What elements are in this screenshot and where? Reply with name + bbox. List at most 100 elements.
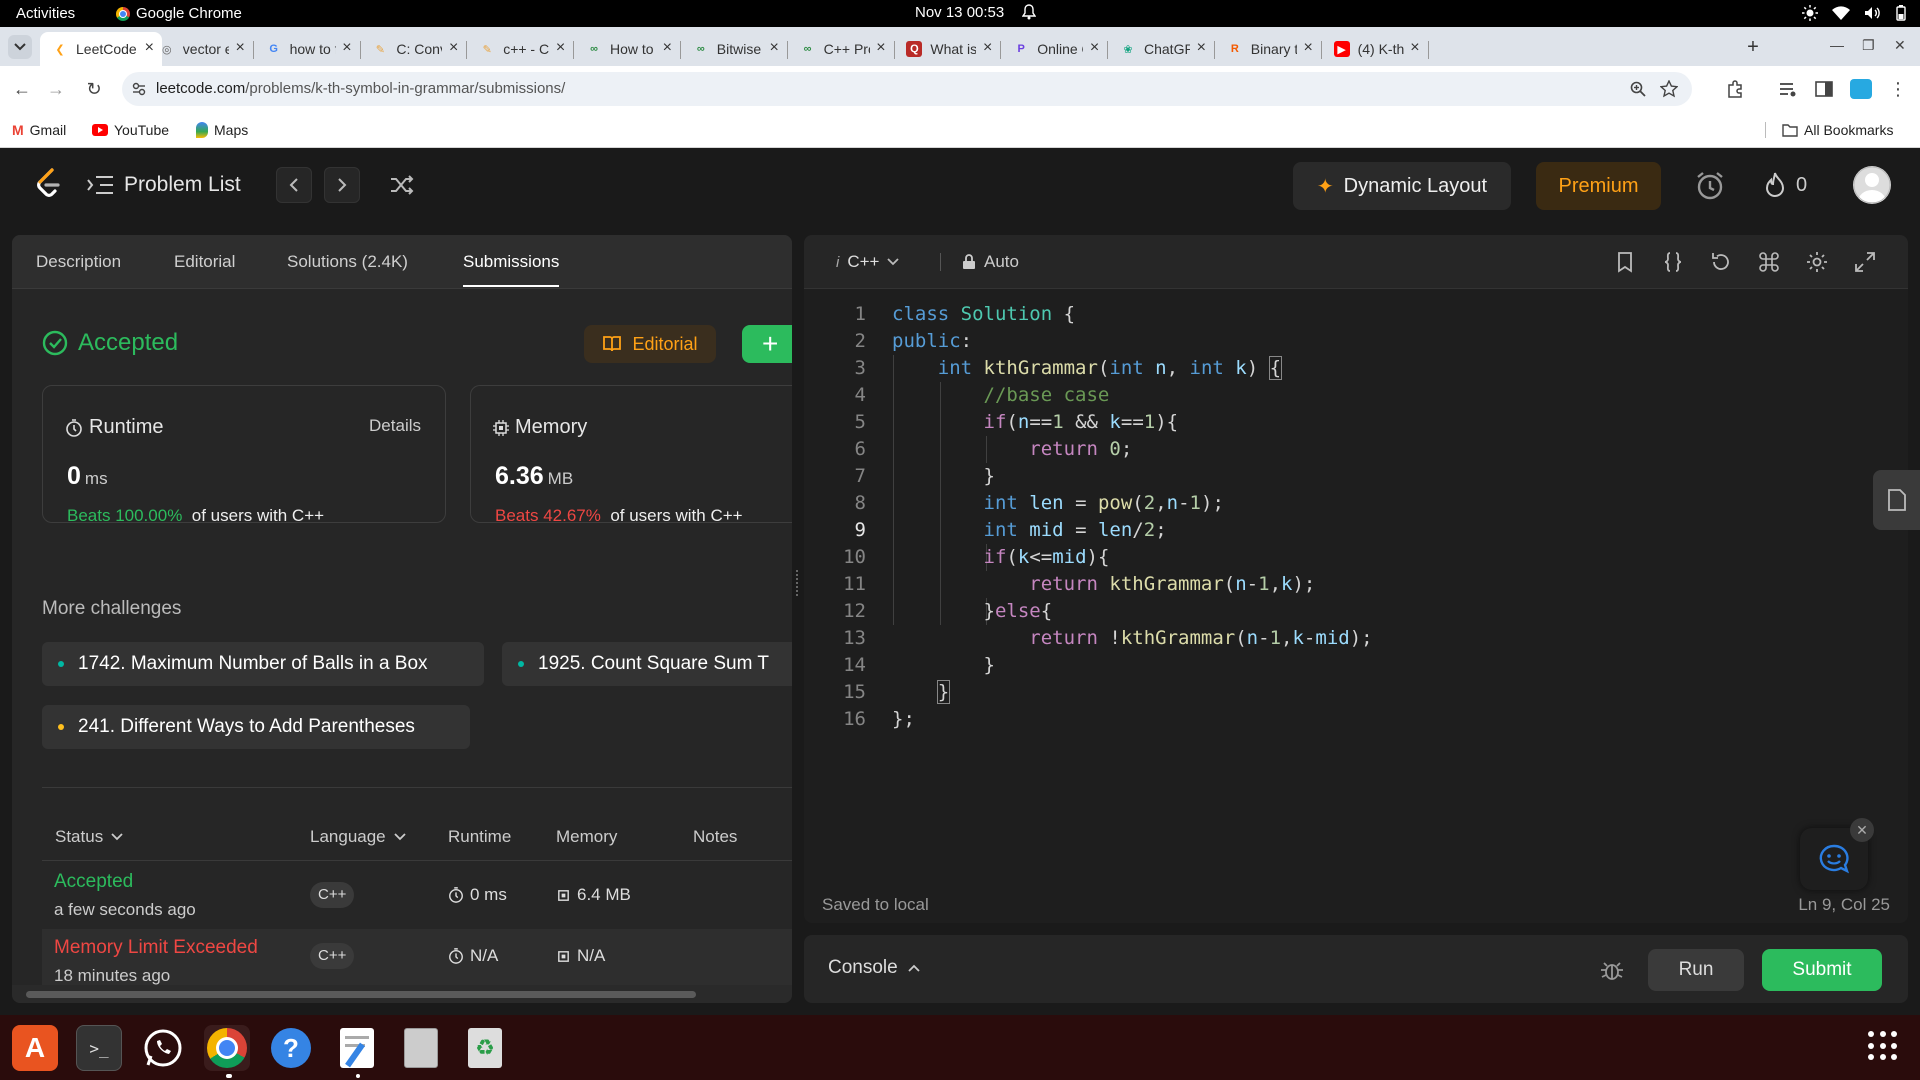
tab-8[interactable]: ∞ C++ Prog × (788, 32, 895, 66)
close-tab-icon[interactable]: × (1197, 39, 1206, 57)
tab-2[interactable]: ◎ vector er × (147, 32, 254, 66)
scrollbar-thumb[interactable] (26, 991, 696, 998)
close-tab-icon[interactable]: × (876, 39, 885, 57)
tab-3[interactable]: Ghow to fi × (254, 32, 361, 66)
editorial-button[interactable]: Editorial (584, 325, 716, 363)
media-controls-icon[interactable] (1778, 79, 1798, 99)
settings-gear-icon[interactable] (1806, 251, 1828, 273)
console-toggle[interactable]: Console (828, 957, 920, 979)
bookmark-maps[interactable]: Maps (196, 122, 248, 138)
restore-button[interactable]: ❐ (1862, 37, 1875, 54)
format-braces-icon[interactable] (1662, 251, 1684, 273)
tab-12[interactable]: R Binary to × (1215, 32, 1322, 66)
next-problem-button[interactable] (324, 167, 360, 203)
alarm-clock-icon[interactable] (1694, 170, 1726, 202)
bookmark-icon[interactable] (1614, 251, 1636, 273)
challenge-chip[interactable]: 241. Different Ways to Add Parentheses (42, 705, 470, 749)
back-button[interactable]: ← (12, 79, 32, 99)
horizontal-scrollbar[interactable] (12, 985, 792, 1003)
run-button[interactable]: Run (1648, 949, 1744, 991)
shortcuts-command-icon[interactable] (1758, 251, 1780, 273)
tab-6[interactable]: ∞ How to c × (574, 32, 681, 66)
tab-7[interactable]: ∞ Bitwise A × (681, 32, 788, 66)
tab-13[interactable]: ▶ (4) K-th S × (1322, 32, 1429, 66)
app-center-icon[interactable]: A (12, 1025, 58, 1071)
premium-button[interactable]: Premium (1536, 162, 1661, 210)
auto-mode-toggle[interactable]: Auto (962, 252, 1019, 272)
tab-editorial[interactable]: Editorial (174, 252, 235, 272)
challenge-chip[interactable]: 1925. Count Square Sum T (502, 642, 792, 686)
forward-button[interactable]: → (46, 79, 66, 99)
row-status[interactable]: Accepted (54, 871, 133, 893)
profile-avatar[interactable] (1850, 79, 1872, 99)
trash-icon[interactable]: ♻ (462, 1025, 508, 1071)
close-tab-icon[interactable]: × (983, 39, 992, 57)
language-selector[interactable]: i C++ (836, 252, 900, 272)
chrome-dock-icon[interactable] (204, 1025, 250, 1071)
tab-description[interactable]: Description (36, 252, 121, 272)
submit-button[interactable]: Submit (1762, 949, 1882, 991)
challenge-chip[interactable]: 1742. Maximum Number of Balls in a Box (42, 642, 484, 686)
streak-counter[interactable]: 0 (1764, 172, 1807, 198)
tab-search-dropdown[interactable] (8, 35, 32, 59)
close-tab-icon[interactable]: × (449, 39, 458, 57)
close-window-button[interactable]: ✕ (1894, 37, 1906, 54)
all-bookmarks-button[interactable]: All Bookmarks (1782, 122, 1893, 138)
close-chat-button[interactable]: ✕ (1850, 818, 1874, 842)
language-column-header[interactable]: Language (310, 827, 406, 847)
side-panel-icon[interactable] (1814, 79, 1834, 99)
bookmark-youtube[interactable]: YouTube (92, 122, 169, 138)
table-row[interactable]: Accepted a few seconds ago C++ 0 ms 6.4 … (42, 861, 792, 929)
files-icon[interactable] (398, 1025, 444, 1071)
close-tab-icon[interactable]: × (556, 39, 565, 57)
clock[interactable]: Nov 13 00:53 (915, 4, 1004, 21)
extensions-icon[interactable] (1726, 79, 1746, 99)
chrome-menu-button[interactable]: ⋮ (1888, 79, 1908, 99)
close-tab-icon[interactable]: × (663, 39, 672, 57)
table-row[interactable]: Memory Limit Exceeded 18 minutes ago C++… (42, 929, 792, 985)
problem-list-button[interactable]: Problem List (86, 173, 241, 197)
panel-resize-handle[interactable] (796, 570, 800, 596)
add-solution-button[interactable]: + (742, 325, 792, 363)
text-editor-icon[interactable] (334, 1025, 380, 1071)
close-tab-icon[interactable]: × (342, 39, 351, 57)
row-status[interactable]: Memory Limit Exceeded (54, 937, 258, 959)
shuffle-icon[interactable] (390, 175, 414, 195)
zoom-icon[interactable] (1630, 81, 1646, 97)
status-column-header[interactable]: Status (55, 827, 123, 847)
fullscreen-icon[interactable] (1854, 251, 1876, 273)
runtime-details-link[interactable]: Details (369, 416, 421, 436)
tab-9[interactable]: Q What is t × (894, 32, 1002, 66)
reset-icon[interactable] (1710, 251, 1732, 273)
app-menu[interactable]: Google Chrome (116, 5, 242, 22)
tab-1[interactable]: ❮ LeetCode × (40, 32, 162, 66)
close-tab-icon[interactable]: × (1090, 39, 1099, 57)
leetcode-logo-icon[interactable] (34, 168, 62, 200)
user-avatar[interactable] (1853, 166, 1891, 204)
tab-solutions[interactable]: Solutions (2.4K) (287, 252, 408, 272)
dynamic-layout-button[interactable]: ✦ Dynamic Layout (1293, 162, 1511, 210)
whatsapp-icon[interactable] (140, 1025, 186, 1071)
tab-4[interactable]: ✎ C: Conve × (360, 32, 468, 66)
close-tab-icon[interactable]: × (1303, 39, 1312, 57)
close-tab-icon[interactable]: × (235, 39, 244, 57)
prev-problem-button[interactable] (276, 167, 312, 203)
debug-bug-icon[interactable] (1600, 958, 1624, 982)
tab-10[interactable]: P Online C × (1001, 32, 1109, 66)
bookmark-gmail[interactable]: M Gmail (12, 122, 66, 138)
tab-5[interactable]: ✎ c++ - Con × (467, 32, 575, 66)
show-apps-grid-icon[interactable] (1868, 1031, 1898, 1061)
address-bar[interactable]: leetcode.com/problems/k-th-symbol-in-gra… (122, 72, 1692, 106)
reload-button[interactable]: ↻ (84, 79, 104, 99)
minimize-button[interactable]: — (1830, 37, 1844, 53)
tab-submissions[interactable]: Submissions (463, 252, 560, 287)
close-tab-icon[interactable]: × (1410, 39, 1419, 57)
help-icon[interactable]: ? (268, 1025, 314, 1071)
bookmark-star-icon[interactable] (1660, 80, 1678, 98)
close-tab-icon[interactable]: × (769, 39, 778, 57)
new-tab-button[interactable]: + (1741, 35, 1765, 59)
terminal-icon[interactable]: >_ (76, 1025, 122, 1071)
notes-side-tab[interactable] (1873, 470, 1920, 530)
system-tray[interactable] (1802, 5, 1906, 21)
tab-11[interactable]: ❀ ChatGPT × (1108, 32, 1215, 66)
